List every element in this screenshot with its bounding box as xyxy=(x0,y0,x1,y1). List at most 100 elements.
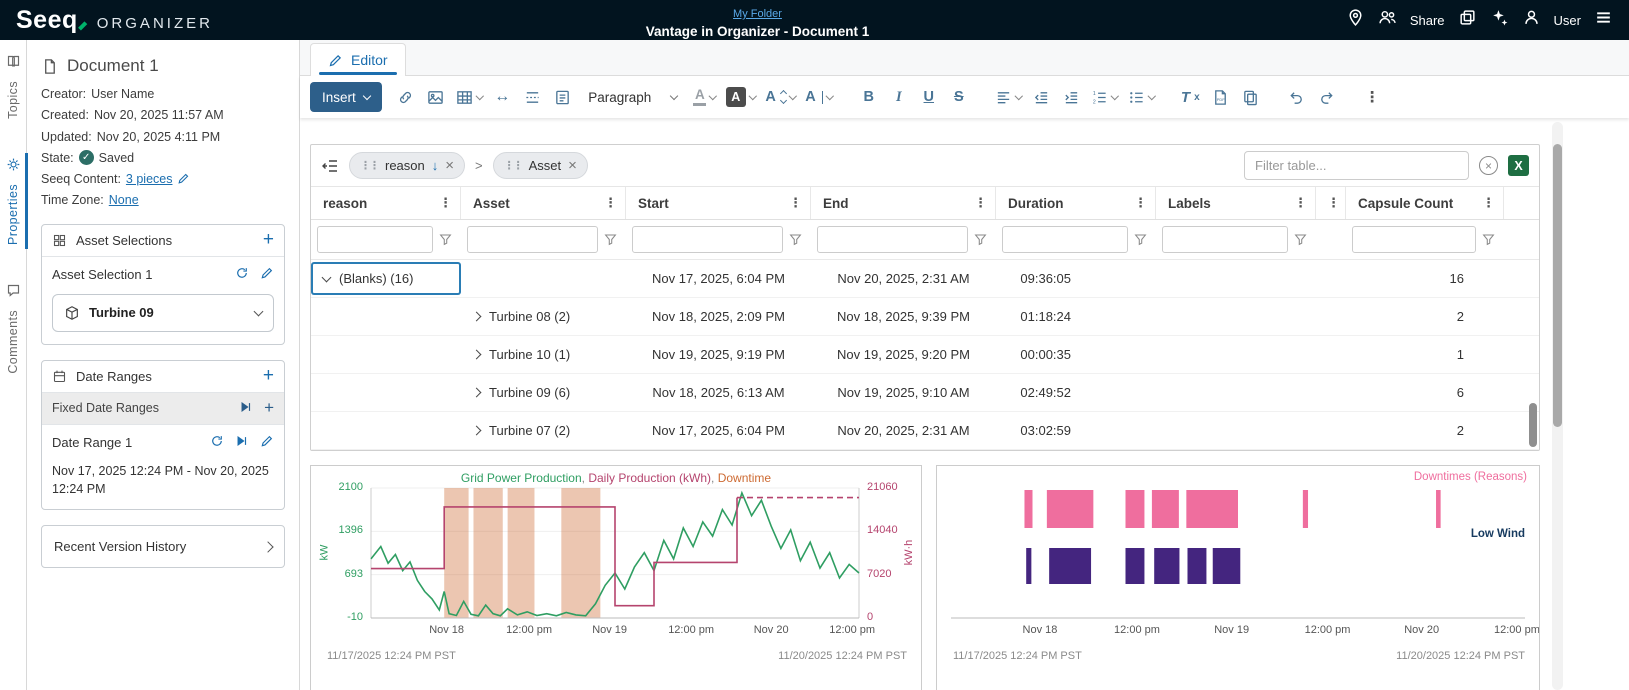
expand-row-icon[interactable] xyxy=(472,350,482,360)
asset-group-cell[interactable]: Turbine 07 (2) xyxy=(461,412,626,449)
user-icon[interactable] xyxy=(1522,8,1541,32)
add-date-range-button[interactable]: + xyxy=(263,369,274,383)
excel-export-icon[interactable]: X xyxy=(1508,155,1529,176)
table-row[interactable]: Turbine 09 (6)Nov 18, 2025, 6:13 AMNov 1… xyxy=(311,374,1539,412)
numbered-list-icon[interactable]: 12 xyxy=(1087,82,1122,112)
column-header-labels[interactable]: Labels⋮ xyxy=(1156,187,1316,219)
filter-input-end[interactable] xyxy=(817,226,968,253)
refresh-icon[interactable] xyxy=(210,434,224,451)
drag-handle-icon[interactable]: ⋮⋮ xyxy=(504,159,522,172)
link-icon[interactable] xyxy=(392,82,420,112)
highlight-color-icon[interactable]: A xyxy=(722,82,760,112)
timezone-link[interactable]: None xyxy=(109,192,139,208)
tab-topics[interactable]: Topics xyxy=(6,54,21,119)
sparkle-icon[interactable] xyxy=(1490,8,1509,32)
outdent-icon[interactable] xyxy=(1027,82,1055,112)
table-row[interactable]: Turbine 10 (1)Nov 19, 2025, 9:19 PMNov 1… xyxy=(311,336,1539,374)
group-chip-reason[interactable]: ⋮⋮ reason ↓ × xyxy=(349,152,465,179)
column-header-capsule-count[interactable]: Capsule Count⋮ xyxy=(1346,187,1504,219)
seeq-logo[interactable]: Seeq ORGANIZER xyxy=(16,6,213,35)
edit-content-icon[interactable] xyxy=(177,171,190,187)
undo-icon[interactable] xyxy=(1282,82,1310,112)
clear-formatting-icon[interactable]: Tx xyxy=(1176,82,1204,112)
column-header-reason[interactable]: reason⋮ xyxy=(311,187,461,219)
legend-item[interactable]: Downtime xyxy=(718,471,771,485)
column-header-asset[interactable]: Asset⋮ xyxy=(461,187,626,219)
location-icon[interactable] xyxy=(1346,8,1365,32)
column-header-start[interactable]: Start⋮ xyxy=(626,187,811,219)
column-header-end[interactable]: End⋮ xyxy=(811,187,996,219)
asset-group-cell[interactable]: Turbine 10 (1) xyxy=(461,336,626,373)
column-menu-icon[interactable]: ⋮ xyxy=(433,195,452,211)
column-menu-icon[interactable]: ⋮ xyxy=(783,195,802,211)
expand-row-icon[interactable] xyxy=(472,312,482,322)
capsule-chart[interactable]: Downtimes (Reasons)Low WindNov 1812:00 p… xyxy=(936,465,1540,690)
tab-comments[interactable]: Comments xyxy=(6,283,21,374)
column-menu-icon[interactable]: ⋮ xyxy=(598,195,617,211)
scrollbar-thumb[interactable] xyxy=(1553,144,1562,427)
filter-input-reason[interactable] xyxy=(317,226,433,253)
redo-icon[interactable] xyxy=(1312,82,1340,112)
trend-chart[interactable]: Grid Power Production, Daily Production … xyxy=(310,465,922,690)
breadcrumb[interactable]: My Folder xyxy=(733,8,782,20)
insert-image-icon[interactable] xyxy=(422,82,450,112)
column-menu-icon[interactable]: ⋮ xyxy=(1288,195,1307,211)
italic-button[interactable]: I xyxy=(885,82,913,112)
sort-desc-icon[interactable]: ↓ xyxy=(432,158,439,173)
remove-chip-icon[interactable]: × xyxy=(445,158,454,173)
table-row[interactable]: Turbine 07 (2)Nov 17, 2025, 6:04 PMNov 2… xyxy=(311,412,1539,450)
filter-input-labels[interactable] xyxy=(1162,226,1288,253)
font-size-icon[interactable]: A xyxy=(761,82,799,112)
version-history-button[interactable]: Recent Version History xyxy=(41,525,285,568)
share-users-icon[interactable] xyxy=(1378,8,1397,32)
table-scrollbar-thumb[interactable] xyxy=(1529,403,1537,447)
filter-input-duration[interactable] xyxy=(1002,226,1128,253)
reason-group-cell[interactable]: (Blanks) (16) xyxy=(311,262,461,295)
seeq-content-link[interactable]: 3 pieces xyxy=(126,171,173,187)
asset-group-cell[interactable]: Turbine 08 (2) xyxy=(461,298,626,335)
refresh-icon[interactable] xyxy=(235,266,249,283)
filter-funnel-icon[interactable] xyxy=(604,233,617,246)
paragraph-style-dropdown[interactable]: Paragraph xyxy=(578,90,687,105)
filter-funnel-icon[interactable] xyxy=(439,233,452,246)
letter-case-icon[interactable]: A xyxy=(801,82,836,112)
step-to-end-icon[interactable] xyxy=(235,434,249,451)
column-menu-icon[interactable]: ⋮ xyxy=(1321,195,1340,211)
step-to-end-icon[interactable] xyxy=(239,400,253,417)
insert-button[interactable]: Insert xyxy=(310,82,382,112)
asset-dropdown[interactable]: Turbine 09 xyxy=(52,294,274,332)
column-menu-icon[interactable]: ⋮ xyxy=(1476,195,1495,211)
group-chip-asset[interactable]: ⋮⋮ Asset × xyxy=(493,152,588,179)
filter-input-start[interactable] xyxy=(632,226,783,253)
copy-icon[interactable] xyxy=(1236,82,1264,112)
table-filter-input[interactable] xyxy=(1244,151,1469,180)
table-groups-icon[interactable] xyxy=(321,157,339,175)
share-button[interactable]: Share xyxy=(1410,13,1445,28)
filter-funnel-icon[interactable] xyxy=(789,233,802,246)
horizontal-arrows-icon[interactable]: ↔ xyxy=(488,82,516,112)
column-menu-icon[interactable]: ⋮ xyxy=(1128,195,1147,211)
filter-funnel-icon[interactable] xyxy=(974,233,987,246)
bullet-list-icon[interactable] xyxy=(1124,82,1159,112)
asset-group-cell[interactable]: Turbine 09 (6) xyxy=(461,374,626,411)
indent-icon[interactable] xyxy=(1057,82,1085,112)
tab-editor[interactable]: Editor xyxy=(310,43,406,76)
editor-content[interactable]: ⋮⋮ reason ↓ × > ⋮⋮ Asset × × xyxy=(300,118,1629,690)
edit-asset-selection-icon[interactable] xyxy=(260,266,274,283)
table-row[interactable]: (Blanks) (16)Nov 17, 2025, 6:04 PMNov 20… xyxy=(311,260,1539,298)
column-header-menu[interactable]: ⋮ xyxy=(1316,187,1346,219)
underline-button[interactable]: U xyxy=(915,82,943,112)
clear-table-icon[interactable]: × xyxy=(1479,156,1498,175)
toolbar-overflow-icon[interactable]: ⋮ xyxy=(1358,82,1386,112)
align-dropdown-icon[interactable] xyxy=(991,82,1026,112)
user-menu[interactable]: User xyxy=(1554,13,1581,28)
add-fixed-range-button[interactable]: + xyxy=(264,402,274,414)
insert-table-icon[interactable] xyxy=(452,82,487,112)
font-color-icon[interactable]: A xyxy=(689,82,720,112)
strikethrough-button[interactable]: S xyxy=(945,82,973,112)
column-header-duration[interactable]: Duration⋮ xyxy=(996,187,1156,219)
hamburger-menu-icon[interactable] xyxy=(1594,8,1613,32)
table-scrollbar[interactable] xyxy=(1529,263,1537,447)
windows-icon[interactable] xyxy=(1458,8,1477,32)
collapse-row-icon[interactable] xyxy=(322,272,332,282)
